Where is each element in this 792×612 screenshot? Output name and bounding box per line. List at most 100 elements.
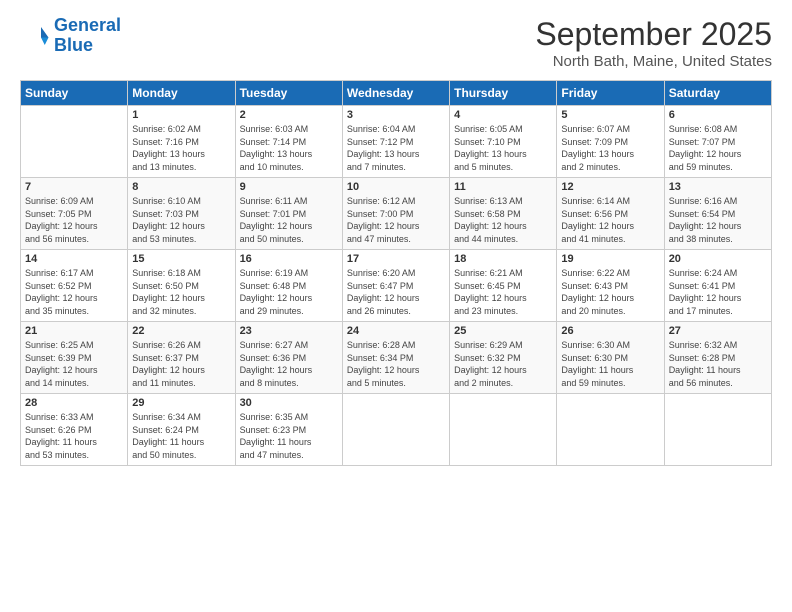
cell-w2-d2: 16 Sunrise: 6:19 AM Sunset: 6:48 PM Dayli… bbox=[235, 250, 342, 322]
col-header-tuesday: Tuesday bbox=[235, 81, 342, 106]
day-number: 9 bbox=[240, 181, 338, 193]
day-info: Sunrise: 6:19 AM Sunset: 6:48 PM Dayligh… bbox=[240, 267, 338, 317]
week-row-0: 1Sunrise: 6:02 AM Sunset: 7:16 PM Daylig… bbox=[21, 106, 772, 178]
cell-w2-d5: 19Sunrise: 6:22 AM Sunset: 6:43 PM Dayli… bbox=[557, 250, 664, 322]
day-number: 6 bbox=[669, 109, 767, 121]
day-info: Sunrise: 6:28 AM Sunset: 6:34 PM Dayligh… bbox=[347, 339, 445, 389]
day-info: Sunrise: 6:32 AM Sunset: 6:28 PM Dayligh… bbox=[669, 339, 767, 389]
day-info: Sunrise: 6:25 AM Sunset: 6:39 PM Dayligh… bbox=[25, 339, 123, 389]
day-number: 17 bbox=[347, 253, 445, 265]
header: General Blue September 2025 North Bath, … bbox=[20, 16, 772, 70]
cell-w1-d1: 8Sunrise: 6:10 AM Sunset: 7:03 PM Daylig… bbox=[128, 178, 235, 250]
cell-w0-d1: 1Sunrise: 6:02 AM Sunset: 7:16 PM Daylig… bbox=[128, 106, 235, 178]
day-number: 25 bbox=[454, 325, 552, 337]
main-title: September 2025 bbox=[535, 16, 772, 53]
day-number: 21 bbox=[25, 325, 123, 337]
day-number: 18 bbox=[454, 253, 552, 265]
day-info: Sunrise: 6:16 AM Sunset: 6:54 PM Dayligh… bbox=[669, 195, 767, 245]
cell-w2-d0: 14Sunrise: 6:17 AM Sunset: 6:52 PM Dayli… bbox=[21, 250, 128, 322]
cell-w0-d2: 2 Sunrise: 6:03 AM Sunset: 7:14 PM Daylig… bbox=[235, 106, 342, 178]
day-number: 2 bbox=[240, 109, 338, 121]
day-info: Sunrise: 6:17 AM Sunset: 6:52 PM Dayligh… bbox=[25, 267, 123, 317]
cell-w1-d5: 12 Sunrise: 6:14 AM Sunset: 6:56 PM Dayli… bbox=[557, 178, 664, 250]
day-number: 22 bbox=[132, 325, 230, 337]
cell-w4-d6 bbox=[664, 394, 771, 466]
day-number: 26 bbox=[561, 325, 659, 337]
day-info: Sunrise: 6:24 AM Sunset: 6:41 PM Dayligh… bbox=[669, 267, 767, 317]
cell-w4-d0: 28 Sunrise: 6:33 AM Sunset: 6:26 PM Dayli… bbox=[21, 394, 128, 466]
day-number: 7 bbox=[25, 181, 123, 193]
day-number: 30 bbox=[240, 397, 338, 409]
cell-w0-d0 bbox=[21, 106, 128, 178]
cell-w2-d3: 17Sunrise: 6:20 AM Sunset: 6:47 PM Dayli… bbox=[342, 250, 449, 322]
day-info: Sunrise: 6:29 AM Sunset: 6:32 PM Dayligh… bbox=[454, 339, 552, 389]
col-header-thursday: Thursday bbox=[450, 81, 557, 106]
day-info: Sunrise: 6:03 AM Sunset: 7:14 PM Dayligh… bbox=[240, 123, 338, 173]
cell-w4-d4 bbox=[450, 394, 557, 466]
day-number: 27 bbox=[669, 325, 767, 337]
day-number: 8 bbox=[132, 181, 230, 193]
cell-w2-d4: 18 Sunrise: 6:21 AM Sunset: 6:45 PM Dayli… bbox=[450, 250, 557, 322]
cell-w3-d0: 21 Sunrise: 6:25 AM Sunset: 6:39 PM Dayli… bbox=[21, 322, 128, 394]
cell-w3-d6: 27 Sunrise: 6:32 AM Sunset: 6:28 PM Dayli… bbox=[664, 322, 771, 394]
col-header-monday: Monday bbox=[128, 81, 235, 106]
cell-w0-d4: 4Sunrise: 6:05 AM Sunset: 7:10 PM Daylig… bbox=[450, 106, 557, 178]
day-number: 4 bbox=[454, 109, 552, 121]
cell-w1-d4: 11 Sunrise: 6:13 AM Sunset: 6:58 PM Dayli… bbox=[450, 178, 557, 250]
cell-w4-d2: 30 Sunrise: 6:35 AM Sunset: 6:23 PM Dayli… bbox=[235, 394, 342, 466]
day-number: 28 bbox=[25, 397, 123, 409]
cell-w2-d6: 20Sunrise: 6:24 AM Sunset: 6:41 PM Dayli… bbox=[664, 250, 771, 322]
day-info: Sunrise: 6:33 AM Sunset: 6:26 PM Dayligh… bbox=[25, 411, 123, 461]
day-info: Sunrise: 6:21 AM Sunset: 6:45 PM Dayligh… bbox=[454, 267, 552, 317]
logo: General Blue bbox=[20, 16, 121, 56]
col-header-wednesday: Wednesday bbox=[342, 81, 449, 106]
col-header-saturday: Saturday bbox=[664, 81, 771, 106]
day-info: Sunrise: 6:26 AM Sunset: 6:37 PM Dayligh… bbox=[132, 339, 230, 389]
logo-line2: Blue bbox=[54, 35, 93, 55]
day-info: Sunrise: 6:34 AM Sunset: 6:24 PM Dayligh… bbox=[132, 411, 230, 461]
cell-w4-d3 bbox=[342, 394, 449, 466]
day-number: 13 bbox=[669, 181, 767, 193]
page: General Blue September 2025 North Bath, … bbox=[0, 0, 792, 612]
cell-w0-d6: 6Sunrise: 6:08 AM Sunset: 7:07 PM Daylig… bbox=[664, 106, 771, 178]
cell-w1-d0: 7 Sunrise: 6:09 AM Sunset: 7:05 PM Daylig… bbox=[21, 178, 128, 250]
day-number: 3 bbox=[347, 109, 445, 121]
day-number: 12 bbox=[561, 181, 659, 193]
cell-w1-d6: 13 Sunrise: 6:16 AM Sunset: 6:54 PM Dayli… bbox=[664, 178, 771, 250]
cell-w3-d4: 25 Sunrise: 6:29 AM Sunset: 6:32 PM Dayli… bbox=[450, 322, 557, 394]
header-row: SundayMondayTuesdayWednesdayThursdayFrid… bbox=[21, 81, 772, 106]
day-number: 10 bbox=[347, 181, 445, 193]
day-info: Sunrise: 6:18 AM Sunset: 6:50 PM Dayligh… bbox=[132, 267, 230, 317]
title-block: September 2025 North Bath, Maine, United… bbox=[535, 16, 772, 70]
col-header-friday: Friday bbox=[557, 81, 664, 106]
calendar-table: SundayMondayTuesdayWednesdayThursdayFrid… bbox=[20, 80, 772, 466]
cell-w0-d3: 3 Sunrise: 6:04 AM Sunset: 7:12 PM Daylig… bbox=[342, 106, 449, 178]
cell-w2-d1: 15Sunrise: 6:18 AM Sunset: 6:50 PM Dayli… bbox=[128, 250, 235, 322]
day-info: Sunrise: 6:13 AM Sunset: 6:58 PM Dayligh… bbox=[454, 195, 552, 245]
logo-text: General Blue bbox=[54, 16, 121, 56]
day-number: 29 bbox=[132, 397, 230, 409]
day-info: Sunrise: 6:09 AM Sunset: 7:05 PM Dayligh… bbox=[25, 195, 123, 245]
cell-w1-d3: 10 Sunrise: 6:12 AM Sunset: 7:00 PM Dayli… bbox=[342, 178, 449, 250]
day-info: Sunrise: 6:35 AM Sunset: 6:23 PM Dayligh… bbox=[240, 411, 338, 461]
day-info: Sunrise: 6:02 AM Sunset: 7:16 PM Dayligh… bbox=[132, 123, 230, 173]
day-info: Sunrise: 6:12 AM Sunset: 7:00 PM Dayligh… bbox=[347, 195, 445, 245]
day-info: Sunrise: 6:11 AM Sunset: 7:01 PM Dayligh… bbox=[240, 195, 338, 245]
col-header-sunday: Sunday bbox=[21, 81, 128, 106]
cell-w3-d1: 22 Sunrise: 6:26 AM Sunset: 6:37 PM Dayli… bbox=[128, 322, 235, 394]
day-info: Sunrise: 6:30 AM Sunset: 6:30 PM Dayligh… bbox=[561, 339, 659, 389]
day-info: Sunrise: 6:04 AM Sunset: 7:12 PM Dayligh… bbox=[347, 123, 445, 173]
logo-line1: General bbox=[54, 15, 121, 35]
day-number: 24 bbox=[347, 325, 445, 337]
cell-w3-d2: 23Sunrise: 6:27 AM Sunset: 6:36 PM Dayli… bbox=[235, 322, 342, 394]
cell-w4-d1: 29 Sunrise: 6:34 AM Sunset: 6:24 PM Dayli… bbox=[128, 394, 235, 466]
day-number: 5 bbox=[561, 109, 659, 121]
day-info: Sunrise: 6:14 AM Sunset: 6:56 PM Dayligh… bbox=[561, 195, 659, 245]
logo-icon bbox=[20, 21, 50, 51]
day-number: 11 bbox=[454, 181, 552, 193]
day-info: Sunrise: 6:07 AM Sunset: 7:09 PM Dayligh… bbox=[561, 123, 659, 173]
day-number: 16 bbox=[240, 253, 338, 265]
cell-w3-d3: 24 Sunrise: 6:28 AM Sunset: 6:34 PM Dayli… bbox=[342, 322, 449, 394]
cell-w0-d5: 5 Sunrise: 6:07 AM Sunset: 7:09 PM Daylig… bbox=[557, 106, 664, 178]
week-row-1: 7 Sunrise: 6:09 AM Sunset: 7:05 PM Daylig… bbox=[21, 178, 772, 250]
